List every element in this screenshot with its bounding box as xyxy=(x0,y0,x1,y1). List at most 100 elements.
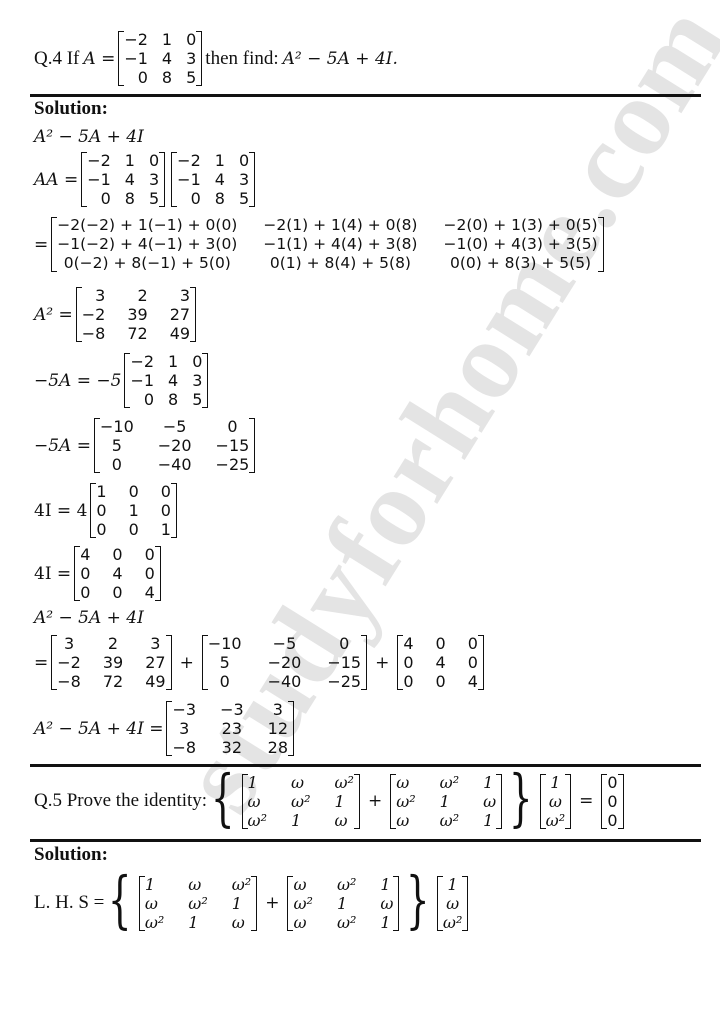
plus-sign: + xyxy=(367,791,383,811)
matrix-cell: −25 xyxy=(327,672,362,691)
matrix-cell: ω² xyxy=(144,912,165,932)
matrix-cell: −15 xyxy=(327,653,362,672)
matrix-cell: 0 xyxy=(128,482,139,501)
matrix-cell: 3 xyxy=(238,170,250,189)
matrix-cell: 0 xyxy=(186,30,197,49)
matrix-cell: −2 xyxy=(124,30,148,49)
4i-label: 4I = 4 xyxy=(34,500,88,521)
matrix-cell: −10 xyxy=(100,417,134,436)
matrix-cell: 0 xyxy=(80,583,91,602)
matrix-p: 1 ω ω² ω ω² 1 ω² 1 ω xyxy=(241,772,361,830)
matrix-cell: ω xyxy=(380,893,394,913)
matrix-cell: 0 xyxy=(128,520,139,539)
matrix-cell: 0 xyxy=(96,520,107,539)
matrix-cell: −1 xyxy=(130,371,155,390)
matrix-cell: 3 xyxy=(95,286,106,305)
matrix-cell: ω xyxy=(548,791,562,811)
equals-sign: = xyxy=(34,652,49,673)
matrix-cell: 8 xyxy=(161,68,173,87)
matrix-cell: 0(−2) + 8(−1) + 5(0) xyxy=(63,254,231,272)
matrix-cell: 28 xyxy=(267,738,289,757)
matrix-cell: 0 xyxy=(80,564,91,583)
product-expansion: = −2(−2) + 1(−1) + 0(0) −2(1) + 1(4) + 0(… xyxy=(34,216,607,273)
matrix-cell: 4 xyxy=(124,170,135,189)
matrix-cell: ω² xyxy=(442,912,463,932)
expression-line: A² − 5A + 4I xyxy=(34,127,144,147)
matrix-cell: ω xyxy=(334,810,348,830)
matrix-cell: −2 xyxy=(177,151,201,170)
matrix-cell: ω xyxy=(293,912,307,932)
matrix-cell: 0 xyxy=(339,634,350,653)
final-label: A² − 5A + 4I = xyxy=(34,718,164,739)
matrix-minus-5a: −10 −5 0 5 −20 −15 0 −40 −25 xyxy=(201,634,368,691)
matrix-cell: 4 xyxy=(435,653,446,672)
matrix-cell: 1 xyxy=(439,791,450,811)
matrix-cell: 3 xyxy=(186,49,197,68)
divider xyxy=(30,94,701,97)
matrix-cell: 1 xyxy=(124,151,135,170)
matrix-cell: 0 xyxy=(112,545,123,564)
divider xyxy=(30,764,701,767)
matrix-p: 1 ω ω² ω ω² 1 ω² 1 ω xyxy=(138,875,258,932)
matrix-cell: 1 xyxy=(128,501,139,520)
matrix-cell: ω² xyxy=(336,874,357,894)
matrix-cell: 0 xyxy=(238,151,250,170)
product-matrix: −2(−2) + 1(−1) + 0(0) −2(1) + 1(4) + 0(8)… xyxy=(51,216,604,273)
matrix-cell: −25 xyxy=(215,455,250,474)
4i-equation: 4I = 4 100010001 xyxy=(34,482,180,539)
matrix-cell: −3 xyxy=(220,700,244,719)
matrix-4i: 400040004 xyxy=(74,545,161,602)
question-expression: A² − 5A + 4I. xyxy=(282,48,398,69)
matrix-cell: 5 xyxy=(219,653,230,672)
matrix-cell: 3 xyxy=(192,371,203,390)
matrix-cell: ω xyxy=(396,772,410,792)
matrix-label: A = xyxy=(83,48,116,69)
matrix-q: ω ω² 1 ω² 1 ω ω ω² 1 xyxy=(390,772,503,830)
minus-5a-equation: −5A = −5 −2 1 0 −1 4 3 0 8 5 xyxy=(34,352,211,409)
matrix-cell: −2(1) + 1(4) + 0(8) xyxy=(263,216,418,234)
matrix-cell: 0 xyxy=(144,564,155,583)
matrix-cell: 3 xyxy=(179,286,191,305)
matrix-cell: 1 xyxy=(231,893,242,913)
matrix-cell: 1 xyxy=(550,772,561,792)
matrix-cell: 49 xyxy=(145,672,166,691)
matrix-cell: ω² xyxy=(545,810,566,830)
matrix-cell: 5 xyxy=(238,189,250,208)
matrix-cell: ω xyxy=(291,772,305,792)
matrix-cell: 39 xyxy=(102,653,124,672)
matrix-cell: −15 xyxy=(215,436,250,455)
matrix-cell: −1 xyxy=(87,170,111,189)
matrix-cell: −2 xyxy=(87,151,111,170)
matrix-cell: 3 xyxy=(179,719,190,738)
matrix-cell: 1 xyxy=(168,352,179,371)
matrix-cell: 0 xyxy=(143,390,155,409)
matrix-cell: −5 xyxy=(162,417,187,436)
matrix-cell: −1 xyxy=(177,170,201,189)
matrix-cell: −2 xyxy=(57,653,81,672)
solution-heading: Solution: xyxy=(34,844,108,865)
matrix-cell: 3 xyxy=(148,170,160,189)
matrix-a-squared: 3 2 3 −2 39 27 −8 72 49 xyxy=(51,634,172,691)
matrix-cell: 72 xyxy=(127,324,148,343)
matrix-cell: ω xyxy=(144,893,158,913)
matrix-4i: 400040004 xyxy=(397,634,484,691)
plus-sign: + xyxy=(179,652,194,673)
question-text: then find: xyxy=(205,47,279,69)
matrix-cell: 1 xyxy=(483,772,494,792)
matrix-cell: 0 xyxy=(607,772,618,792)
lhs-equation: L. H. S = { 1 ω ω² ω ω² 1 ω² 1 ω + ω ω² 1 ω² 1 ω ω ω² 1 … xyxy=(34,869,471,934)
matrix-a: −2 1 0 −1 4 3 0 8 5 xyxy=(118,30,203,87)
matrix-cell: 1 xyxy=(291,810,302,830)
matrix-cell: 0 xyxy=(148,151,160,170)
divider xyxy=(30,839,701,842)
matrix-cell: −8 xyxy=(172,738,197,757)
matrix-cell: 5 xyxy=(186,68,197,87)
4i-label: 4I = xyxy=(34,563,72,584)
matrix-cell: 1 xyxy=(336,893,348,913)
matrix-cell: ω² xyxy=(291,791,311,811)
matrix-cell: 1 xyxy=(161,30,173,49)
matrix-cell: 4 xyxy=(168,371,179,390)
vector-v: 1 ω ω² xyxy=(436,874,469,932)
matrix-cell: 1 xyxy=(447,874,458,894)
matrix-cell: −40 xyxy=(267,672,302,691)
